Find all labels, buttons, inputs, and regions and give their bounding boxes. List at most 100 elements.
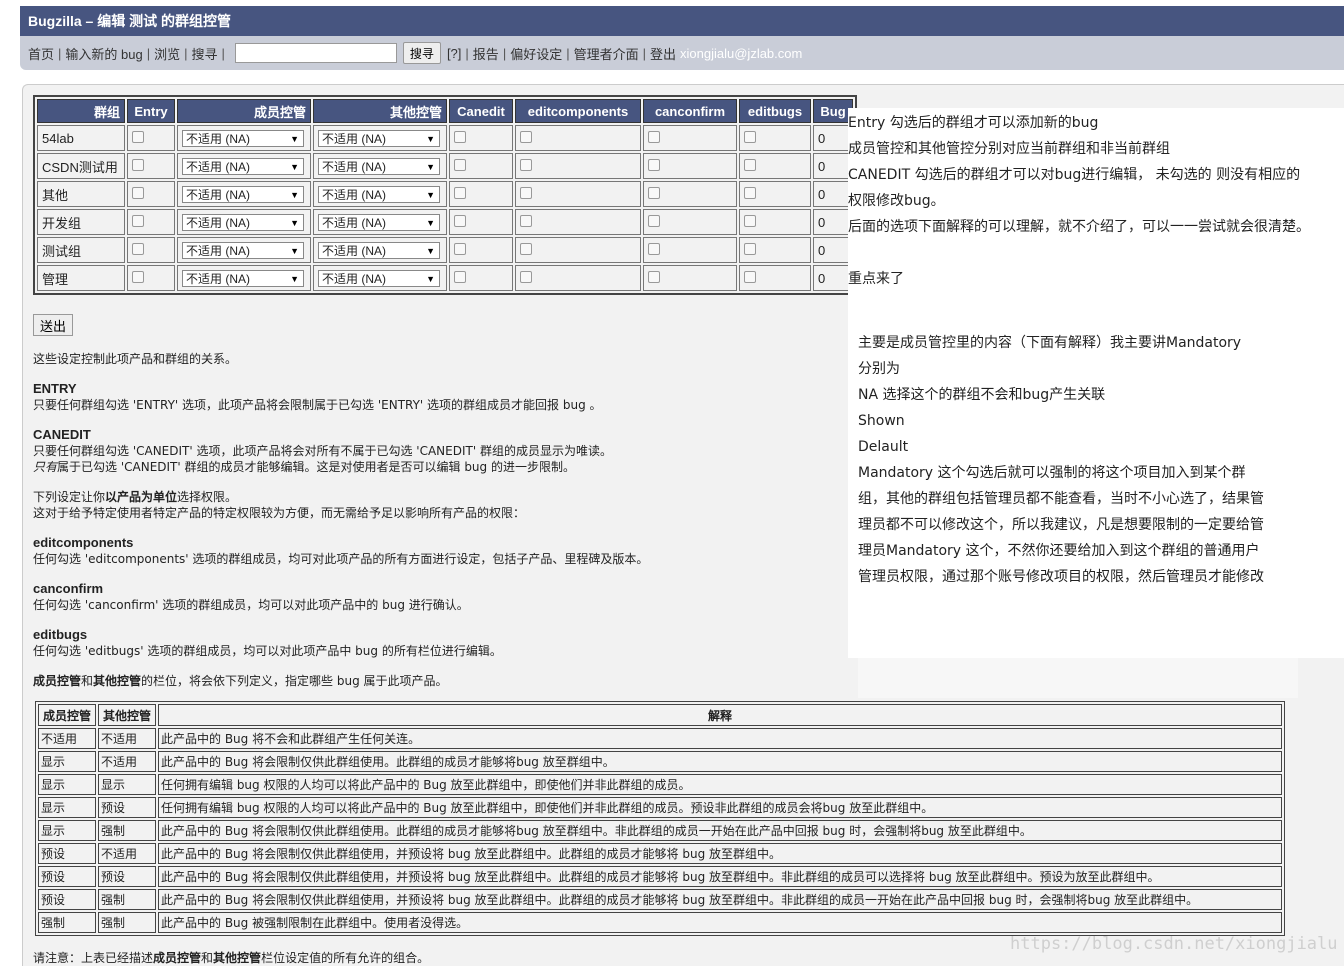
help-entry-term: ENTRY bbox=[33, 381, 77, 396]
editbugs-checkbox[interactable] bbox=[744, 270, 756, 283]
member-control-select[interactable]: 不适用 (NA) ▼ bbox=[182, 241, 304, 259]
canconfirm-checkbox[interactable] bbox=[648, 186, 660, 199]
table-row: 预设 预设 此产品中的 Bug 将会限制仅供此群组使用，并预设将 bug 放至此群组… bbox=[38, 866, 1282, 887]
nav-browse-link[interactable]: 浏览 bbox=[154, 44, 180, 63]
note-line: 分别为 bbox=[858, 361, 900, 377]
bug-count: 0 bbox=[813, 153, 853, 179]
editbugs-checkbox[interactable] bbox=[744, 242, 756, 255]
nav-home-link[interactable]: 首页 bbox=[28, 44, 54, 63]
canconfirm-checkbox[interactable] bbox=[648, 130, 660, 143]
canedit-checkbox[interactable] bbox=[454, 158, 466, 171]
entry-checkbox[interactable] bbox=[132, 270, 144, 283]
nav-new-bug-link[interactable]: 输入新的 bug bbox=[65, 44, 142, 63]
nav-prefs-link[interactable]: 偏好设定 bbox=[510, 44, 562, 63]
table-row: 显示 预设 任何拥有编辑 bug 权限的人均可以将此产品中的 Bug 放至此群组中，… bbox=[38, 797, 1282, 818]
cell-explanation: 此产品中的 Bug 将会限制仅供此群组使用，并预设将 bug 放至此群组中。此群… bbox=[158, 866, 1282, 887]
help-editcomponents-term: editcomponents bbox=[33, 535, 134, 550]
help-entry-desc: 只要任何群组勾选 'ENTRY' 选项，此项产品将会限制属于已勾选 'ENTRY… bbox=[33, 398, 602, 412]
annotation-panel-extension bbox=[858, 656, 1298, 698]
nav-logout-link[interactable]: 登出 bbox=[650, 44, 676, 63]
logged-in-user: xiongjialu@jzlab.com bbox=[680, 45, 803, 61]
canedit-checkbox[interactable] bbox=[454, 270, 466, 283]
help-canedit-desc1: 只要任何群组勾选 'CANEDIT' 选项，此项产品将会对所有不属于已勾选 'C… bbox=[33, 444, 612, 458]
canconfirm-checkbox[interactable] bbox=[648, 242, 660, 255]
cell-other: 强制 bbox=[98, 820, 156, 841]
note-line: NA 选择这个的群组不会和bug产生关联 bbox=[858, 387, 1106, 403]
editcomponents-checkbox[interactable] bbox=[520, 158, 532, 171]
nav-reports-link[interactable]: 报告 bbox=[473, 44, 499, 63]
help-link[interactable]: [?] bbox=[447, 46, 461, 61]
submit-button[interactable]: 送出 bbox=[33, 314, 74, 336]
table-row: 测试组 不适用 (NA) ▼ 不适用 (NA) ▼ 0 bbox=[37, 237, 853, 263]
member-control-select[interactable]: 不适用 (NA) ▼ bbox=[182, 269, 304, 287]
canedit-checkbox[interactable] bbox=[454, 130, 466, 143]
bug-count: 0 bbox=[813, 265, 853, 291]
nav-search-link[interactable]: 搜寻 bbox=[192, 44, 218, 63]
other-control-select[interactable]: 不适用 (NA) ▼ bbox=[318, 129, 440, 147]
note-line: CANEDIT 勾选后的群组才可以对bug进行编辑， 未勾选的 则没有相应的 bbox=[848, 167, 1301, 183]
editcomponents-checkbox[interactable] bbox=[520, 214, 532, 227]
entry-checkbox[interactable] bbox=[132, 186, 144, 199]
canedit-checkbox[interactable] bbox=[454, 242, 466, 255]
editcomponents-checkbox[interactable] bbox=[520, 130, 532, 143]
other-control-select[interactable]: 不适用 (NA) ▼ bbox=[318, 269, 440, 287]
cell-other: 不适用 bbox=[98, 728, 156, 749]
cell-member: 强制 bbox=[38, 912, 96, 933]
other-control-select[interactable]: 不适用 (NA) ▼ bbox=[318, 157, 440, 175]
note-line: 后面的选项下面解释的可以理解，就不介绍了，可以一一尝试就会很清楚。 bbox=[848, 219, 1310, 235]
nav-bar: 首页 | 输入新的 bug | 浏览 | 搜寻 | 搜寻 [?] | 报告 | 偏好设定 | … bbox=[20, 36, 1344, 70]
help-canconfirm-desc: 任何勾选 'canconfirm' 选项的群组成员，均可以对此项产品中的 bug… bbox=[33, 598, 469, 612]
bug-count: 0 bbox=[813, 209, 853, 235]
note-line: 理员Mandatory 这个，不然你还要给加入到这个群组的普通用户 bbox=[858, 543, 1260, 559]
editcomponents-checkbox[interactable] bbox=[520, 242, 532, 255]
group-name: 开发组 bbox=[37, 209, 125, 235]
group-name: 其他 bbox=[37, 181, 125, 207]
member-control-select[interactable]: 不适用 (NA) ▼ bbox=[182, 213, 304, 231]
other-control-select[interactable]: 不适用 (NA) ▼ bbox=[318, 185, 440, 203]
canconfirm-checkbox[interactable] bbox=[648, 158, 660, 171]
editbugs-checkbox[interactable] bbox=[744, 130, 756, 143]
other-control-select[interactable]: 不适用 (NA) ▼ bbox=[318, 213, 440, 231]
note-line: Mandatory 这个勾选后就可以强制的将这个项目加入到某个群 bbox=[858, 465, 1246, 481]
table-row: 不适用 不适用 此产品中的 Bug 将不会和此群组产生任何关连。 bbox=[38, 728, 1282, 749]
canedit-checkbox[interactable] bbox=[454, 186, 466, 199]
canconfirm-checkbox[interactable] bbox=[648, 270, 660, 283]
help-editbugs-desc: 任何勾选 'editbugs' 选项的群组成员，均可以对此项产品中 bug 的所… bbox=[33, 644, 502, 658]
cell-explanation: 任何拥有编辑 bug 权限的人均可以将此产品中的 Bug 放至此群组中，即使他们… bbox=[158, 774, 1282, 795]
header-other-control: 其他控管 bbox=[98, 704, 156, 726]
editbugs-checkbox[interactable] bbox=[744, 158, 756, 171]
nav-admin-link[interactable]: 管理者介面 bbox=[574, 44, 639, 63]
table-row: 强制 强制 此产品中的 Bug 被强制限制在此群组中。使用者没得选。 bbox=[38, 912, 1282, 933]
cell-other: 预设 bbox=[98, 797, 156, 818]
header-editbugs: editbugs bbox=[739, 99, 811, 123]
group-control-table: 群组 Entry 成员控管 其他控管 Canedit editcomponent… bbox=[33, 95, 857, 295]
editcomponents-checkbox[interactable] bbox=[520, 270, 532, 283]
editbugs-checkbox[interactable] bbox=[744, 214, 756, 227]
footer-note: 请注意：上表已经描述成员控管和其他控管栏位设定值的所有允许的组合。 bbox=[33, 951, 430, 965]
member-control-select[interactable]: 不适用 (NA) ▼ bbox=[182, 129, 304, 147]
help-per-product-desc: 这对于给予特定使用者特定产品的特定权限较为方便，而无需给予足以影响所有产品的权限… bbox=[33, 506, 526, 520]
note-line: 权限修改bug。 bbox=[848, 193, 945, 209]
member-control-select[interactable]: 不适用 (NA) ▼ bbox=[182, 157, 304, 175]
help-canedit-term: CANEDIT bbox=[33, 427, 91, 442]
cell-explanation: 此产品中的 Bug 将会限制仅供此群组使用，并预设将 bug 放至此群组中。此群… bbox=[158, 843, 1282, 864]
other-control-select[interactable]: 不适用 (NA) ▼ bbox=[318, 241, 440, 259]
cell-member: 显示 bbox=[38, 820, 96, 841]
member-control-select[interactable]: 不适用 (NA) ▼ bbox=[182, 185, 304, 203]
entry-checkbox[interactable] bbox=[132, 130, 144, 143]
entry-checkbox[interactable] bbox=[132, 158, 144, 171]
cell-member: 不适用 bbox=[38, 728, 96, 749]
quick-search-button[interactable]: 搜寻 bbox=[402, 42, 441, 64]
table-row: 显示 显示 任何拥有编辑 bug 权限的人均可以将此产品中的 Bug 放至此群组中，… bbox=[38, 774, 1282, 795]
note-line: 主要是成员管控里的内容（下面有解释）我主要讲Mandatory bbox=[858, 335, 1242, 351]
note-line: 成员管控和其他管控分别对应当前群组和非当前群组 bbox=[848, 141, 1170, 157]
editbugs-checkbox[interactable] bbox=[744, 186, 756, 199]
editcomponents-checkbox[interactable] bbox=[520, 186, 532, 199]
quick-search-input[interactable] bbox=[234, 43, 397, 63]
header-member-control: 成员控管 bbox=[38, 704, 96, 726]
entry-checkbox[interactable] bbox=[132, 242, 144, 255]
entry-checkbox[interactable] bbox=[132, 214, 144, 227]
canedit-checkbox[interactable] bbox=[454, 214, 466, 227]
canconfirm-checkbox[interactable] bbox=[648, 214, 660, 227]
note-line: Entry 勾选后的群组才可以添加新的bug bbox=[848, 115, 1099, 131]
